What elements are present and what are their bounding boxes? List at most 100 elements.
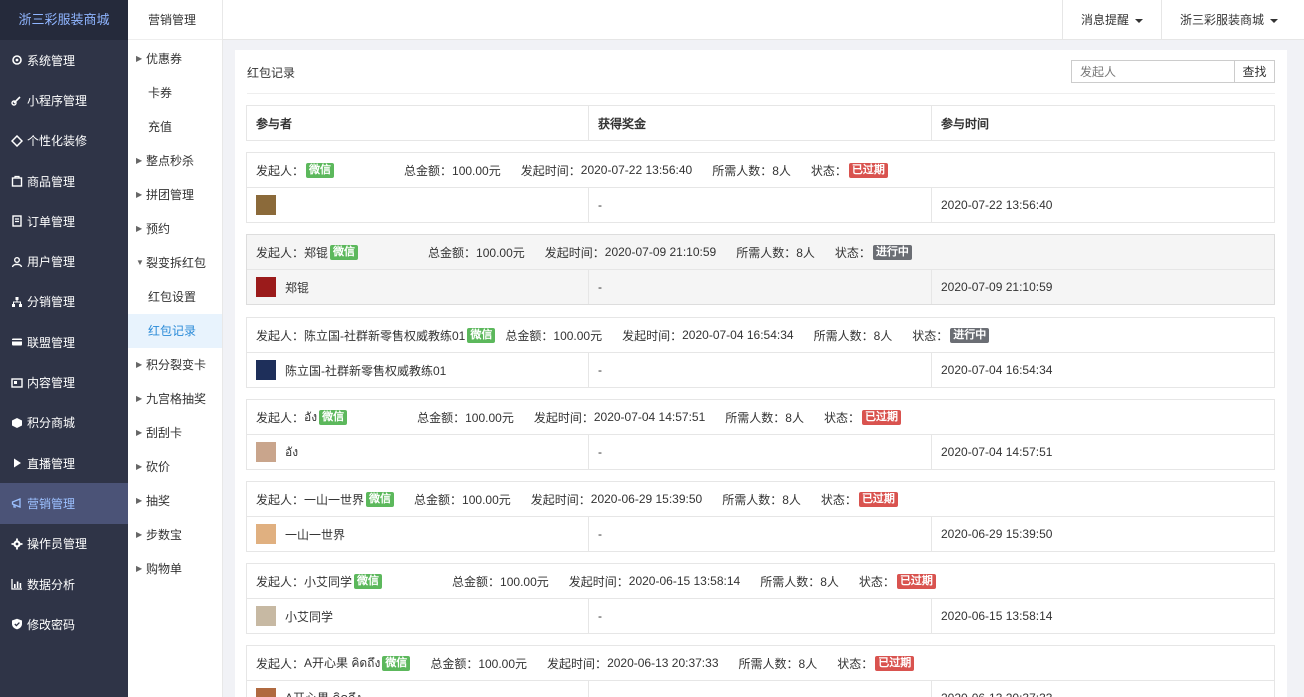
submenu-item-redpacket-settings[interactable]: 红包设置 (128, 280, 222, 314)
caret-right-icon: ▶ (136, 360, 143, 369)
start-time-label: 发起时间： (622, 328, 683, 343)
submenu-label: 红包记录 (148, 324, 197, 338)
nav-item-decoration[interactable]: 个性化装修 (0, 121, 128, 161)
start-time: 2020-06-29 15:39:50 (590, 492, 703, 506)
content-panel: 红包记录 查找 参与者 获得奖金 参与时间 发起人： 微信 总金额： 100.0… (235, 50, 1287, 697)
bonus-cell: - (589, 599, 932, 633)
initiator-name: 小艾同学 (304, 574, 353, 589)
time-cell: 2020-06-13 20:37:33 (932, 681, 1274, 697)
total-label: 总金额： (505, 328, 554, 343)
bonus-cell: - (589, 188, 932, 222)
search-button[interactable]: 查找 (1235, 60, 1275, 83)
submenu-item-fission-redpacket[interactable]: ▼ 裂变拆红包 (128, 246, 222, 280)
record-group: 发起人： อัง 微信 总金额： 100.00元 发起时间： 2020-07-0… (246, 399, 1275, 470)
submenu-item-group-buy[interactable]: ▶ 拼团管理 (128, 178, 222, 212)
search-input[interactable] (1071, 60, 1235, 83)
submenu-item-points-fission[interactable]: ▶ 积分裂变卡 (128, 348, 222, 382)
nav-label: 商品管理 (27, 174, 76, 189)
submenu-item-lottery[interactable]: ▶ 抽奖 (128, 484, 222, 518)
time-cell: 2020-07-04 16:54:34 (941, 363, 1053, 377)
nav-item-operators[interactable]: 操作员管理 (0, 524, 128, 564)
avatar (256, 688, 276, 697)
record-summary: 发起人： 一山一世界 微信 总金额： 100.00元 发起时间： 2020-06… (247, 482, 1274, 517)
nav-item-orders[interactable]: 订单管理 (0, 201, 128, 241)
bonus-cell: - (589, 435, 932, 469)
shop-label: 浙三彩服装商城 (1180, 13, 1265, 27)
shop-dropdown[interactable]: 浙三彩服装商城 (1161, 0, 1288, 40)
nav-item-live[interactable]: 直播管理 (0, 443, 128, 483)
submenu-label: 优惠券 (146, 52, 183, 66)
wechat-badge: 微信 (319, 409, 348, 425)
wechat-badge: 微信 (354, 573, 383, 589)
record-summary: 发起人： 郑锟 微信 总金额： 100.00元 发起时间： 2020-07-09… (247, 235, 1274, 270)
nav-label: 订单管理 (27, 214, 76, 229)
submenu-label: 充值 (148, 120, 173, 134)
nav-item-users[interactable]: 用户管理 (0, 241, 128, 281)
time-cell: 2020-07-09 21:10:59 (941, 280, 1053, 294)
table-row: 郑锟 - 2020-07-09 21:10:59 (247, 270, 1274, 304)
nav-item-system[interactable]: 系统管理 (0, 40, 128, 80)
required-count: 8人 (785, 410, 804, 425)
initiator-name: 郑锟 (304, 245, 329, 260)
participant-cell (247, 188, 589, 222)
nav-item-miniprogram[interactable]: 小程序管理 (0, 80, 128, 120)
initiator-name: A开心果 คิดถึง (304, 655, 381, 670)
avatar (256, 524, 276, 544)
required-label: 所需人数： (712, 163, 773, 178)
time-cell: 2020-07-04 14:57:51 (941, 445, 1053, 459)
submenu-item-recharge[interactable]: 充值 (128, 110, 222, 144)
nav-item-points-mall[interactable]: 积分商城 (0, 403, 128, 443)
status-badge: 已过期 (862, 409, 901, 425)
submenu-item-step-treasure[interactable]: ▶ 步数宝 (128, 518, 222, 552)
status-label: 状态： (820, 492, 857, 507)
submenu-item-scratch-card[interactable]: ▶ 刮刮卡 (128, 416, 222, 450)
divider (247, 93, 1275, 94)
submenu-item-reservation[interactable]: ▶ 预约 (128, 212, 222, 246)
table-row: A开心果 คิดถึง - 2020-06-13 20:37:33 (247, 681, 1274, 697)
table-row: 一山一世界 - 2020-06-29 15:39:50 (247, 517, 1274, 551)
nav-item-marketing[interactable]: 营销管理 (0, 483, 128, 524)
status-badge: 进行中 (872, 244, 912, 260)
required-count: 8人 (798, 656, 818, 671)
start-time-label: 发起时间： (568, 574, 629, 589)
nav-item-goods[interactable]: 商品管理 (0, 161, 128, 201)
notifications-dropdown[interactable]: 消息提醒 (1062, 0, 1153, 40)
link-icon (10, 94, 23, 107)
submenu-label: 卡券 (148, 86, 173, 100)
gear-icon (10, 537, 23, 550)
submenu-item-redpacket-records[interactable]: 红包记录 (128, 314, 222, 348)
initiator-name: 陈立国-社群新零售权威教练01 (304, 328, 466, 343)
table-row: อัง - 2020-07-04 14:57:51 (247, 435, 1274, 469)
status-badge: 已过期 (858, 491, 898, 507)
nav-label: 分销管理 (27, 295, 76, 310)
nav-item-alliance[interactable]: 联盟管理 (0, 322, 128, 362)
initiator-label: 发起人： (256, 574, 305, 589)
wechat-badge: 微信 (467, 327, 496, 343)
brand-title[interactable]: 浙三彩服装商城 (0, 0, 128, 40)
main-sidebar: 浙三彩服装商城 系统管理 小程序管理 个性化装修 商品管理 订单管理 用户管理 … (0, 0, 128, 697)
submenu-label: 预约 (146, 222, 171, 236)
record-summary: 发起人： อัง 微信 总金额： 100.00元 发起时间： 2020-07-0… (247, 400, 1274, 435)
record-group: 发起人： 微信 总金额： 100.00元 发起时间： 2020-07-22 13… (246, 152, 1275, 223)
submenu-item-flash-sale[interactable]: ▶ 整点秒杀 (128, 144, 222, 178)
nav-label: 用户管理 (27, 255, 76, 270)
submenu-item-grid-lottery[interactable]: ▶ 九宫格抽奖 (128, 382, 222, 416)
nav-item-password[interactable]: 修改密码 (0, 604, 128, 644)
total-amount: 100.00元 (478, 656, 528, 671)
nav-item-content[interactable]: 内容管理 (0, 362, 128, 402)
caret-right-icon: ▶ (136, 190, 143, 199)
participant-name: 郑锟 (285, 280, 310, 295)
submenu-item-shopping-list[interactable]: ▶ 购物单 (128, 552, 222, 586)
nav-item-analytics[interactable]: 数据分析 (0, 564, 128, 604)
submenu-label: 抽奖 (146, 494, 171, 508)
submenu-item-bargain[interactable]: ▶ 砍价 (128, 450, 222, 484)
participant-name: 陈立国-社群新零售权威教练01 (285, 363, 447, 378)
nav-label: 营销管理 (27, 496, 76, 511)
submenu-item-card-coupon[interactable]: 卡券 (128, 76, 222, 110)
start-time-label: 发起时间： (533, 410, 594, 425)
status-label: 状态： (858, 574, 895, 589)
submenu-label: 红包设置 (148, 290, 197, 304)
start-time: 2020-07-04 14:57:51 (593, 410, 706, 424)
submenu-item-coupon[interactable]: ▶ 优惠券 (128, 42, 222, 76)
nav-item-distribution[interactable]: 分销管理 (0, 282, 128, 322)
